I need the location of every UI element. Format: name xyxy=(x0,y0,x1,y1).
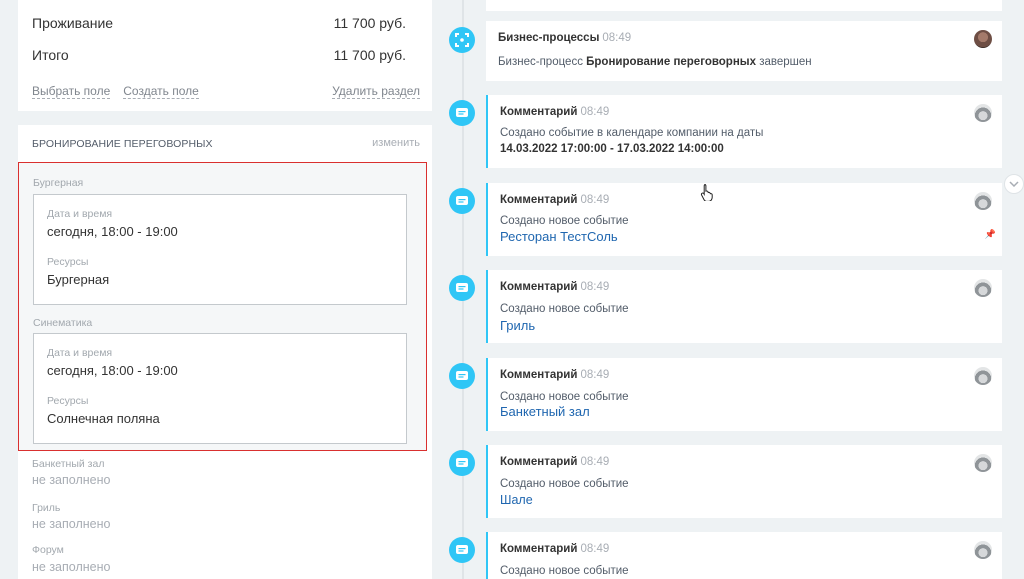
avatar[interactable] xyxy=(974,367,992,385)
section-title: БРОНИРОВАНИЕ ПЕРЕГОВОРНЫХ xyxy=(32,138,213,150)
field-value-banquet: не заполнено xyxy=(32,473,111,487)
summary-row: Проживание 11 700 руб. xyxy=(32,15,406,31)
item-title: Бизнес-процессы xyxy=(498,32,600,44)
choose-field-link[interactable]: Выбрать поле xyxy=(32,84,111,99)
resources-value: Солнечная поляна xyxy=(47,411,160,426)
field-label-forum: Форум xyxy=(32,544,64,556)
activity-timeline: Бизнес-процессы 08:49 Бизнес-процесс Брон… xyxy=(433,0,1024,579)
item-time: 08:49 xyxy=(602,32,632,44)
item-text: Создано событие в календаре компании на … xyxy=(500,127,764,139)
item-text-dates: 14.03.2022 17:00:00 - 17.03.2022 14:00:0… xyxy=(500,143,724,155)
event-link[interactable]: Ресторан ТестСоль xyxy=(500,229,618,244)
event-link[interactable]: Шале xyxy=(500,493,533,507)
item-title: Комментарий xyxy=(500,194,578,206)
avatar[interactable] xyxy=(974,30,992,48)
date-value: сегодня, 18:00 - 19:00 xyxy=(47,363,178,378)
summary-row-label: Проживание xyxy=(32,15,114,31)
timeline-item-header: Комментарий 08:49 xyxy=(500,543,609,555)
field-value-grill: не заполнено xyxy=(32,517,111,531)
comment-icon xyxy=(449,450,475,476)
comment-icon xyxy=(449,188,475,214)
timeline-item-header: Комментарий 08:49 xyxy=(500,194,609,206)
resources-label: Ресурсы xyxy=(47,395,89,407)
item-title: Комментарий xyxy=(500,456,578,468)
business-process-icon xyxy=(449,27,475,53)
timeline-item-header: Комментарий 08:49 xyxy=(500,106,609,118)
avatar[interactable] xyxy=(974,454,992,472)
item-time: 08:49 xyxy=(580,194,610,206)
timeline-card-partial xyxy=(486,0,1002,11)
item-title: Комментарий xyxy=(500,543,578,555)
timeline-item-comment: Комментарий 08:49 Создано новое событие Р… xyxy=(486,183,1002,256)
summary-row-value: 11 700 руб. xyxy=(333,47,406,63)
booking-group-card: Дата и время сегодня, 18:00 - 19:00 Ресу… xyxy=(33,194,407,305)
summary-row-value: 11 700 руб. xyxy=(333,15,406,31)
chevron-down-icon[interactable] xyxy=(1004,174,1024,194)
date-value: сегодня, 18:00 - 19:00 xyxy=(47,224,178,239)
resources-label: Ресурсы xyxy=(47,256,89,268)
item-title: Комментарий xyxy=(500,106,578,118)
edit-section-link[interactable]: изменить xyxy=(372,137,420,149)
item-time: 08:49 xyxy=(580,456,610,468)
item-text-pre: Бизнес-процесс xyxy=(498,56,587,68)
item-text: Создано новое событие xyxy=(500,391,629,403)
group-label-burger: Бургерная xyxy=(33,177,84,189)
timeline-item-header: Комментарий 08:49 xyxy=(500,369,609,381)
avatar[interactable] xyxy=(974,279,992,297)
highlighted-booking-groups: Бургерная Дата и время сегодня, 18:00 - … xyxy=(18,162,427,451)
comment-icon xyxy=(449,100,475,126)
timeline-item-comment: Комментарий 08:49 Создано новое событие Б… xyxy=(486,358,1002,431)
item-time: 08:49 xyxy=(580,543,610,555)
date-label: Дата и время xyxy=(47,208,113,220)
summary-row-total: Итого 11 700 руб. xyxy=(32,47,406,63)
avatar[interactable] xyxy=(974,192,992,210)
item-dates: 14.03.2022 17:00:00 - 17.03.2022 14:00:0… xyxy=(500,143,724,155)
avatar[interactable] xyxy=(974,541,992,559)
item-title: Комментарий xyxy=(500,281,578,293)
booking-group-card: Дата и время сегодня, 18:00 - 19:00 Ресу… xyxy=(33,333,407,444)
resources-value: Бургерная xyxy=(47,272,110,287)
event-link[interactable]: Банкетный зал xyxy=(500,404,590,419)
timeline-item-comment: Комментарий 08:49 Создано новое событие xyxy=(486,532,1002,579)
item-text-post: завершен xyxy=(756,56,812,68)
comment-icon xyxy=(449,275,475,301)
date-label: Дата и время xyxy=(47,347,113,359)
item-text: Создано новое событие xyxy=(500,303,629,315)
timeline-item-header: Бизнес-процессы 08:49 xyxy=(498,32,631,44)
create-field-link[interactable]: Создать поле xyxy=(123,84,199,99)
group-label-cinematica: Синематика xyxy=(33,317,93,329)
timeline-item-comment: Комментарий 08:49 Создано новое событие Ш… xyxy=(486,445,1002,518)
hand-cursor-icon xyxy=(700,183,714,206)
deal-details-panel: Проживание 11 700 руб. Итого 11 700 руб.… xyxy=(0,0,433,579)
comment-icon xyxy=(449,537,475,563)
comment-icon xyxy=(449,363,475,389)
summary-row-label: Итого xyxy=(32,47,69,63)
timeline-item-process: Бизнес-процессы 08:49 Бизнес-процесс Брон… xyxy=(486,21,1002,81)
timeline-item-header: Комментарий 08:49 xyxy=(500,281,609,293)
item-time: 08:49 xyxy=(580,106,610,118)
item-text: Создано новое событие xyxy=(500,215,629,227)
avatar[interactable] xyxy=(974,104,992,122)
section-actions: Выбрать поле Создать поле Удалить раздел xyxy=(32,84,420,99)
delete-section-link[interactable]: Удалить раздел xyxy=(332,84,420,99)
item-text: Создано новое событие xyxy=(500,565,629,577)
item-title: Комментарий xyxy=(500,369,578,381)
item-text: Бизнес-процесс Бронирование переговорных… xyxy=(498,56,812,68)
item-text-bold: Бронирование переговорных xyxy=(586,56,756,68)
item-time: 08:49 xyxy=(580,281,610,293)
summary-card: Проживание 11 700 руб. Итого 11 700 руб.… xyxy=(18,0,432,111)
event-link[interactable]: Гриль xyxy=(500,318,535,333)
timeline-item-comment: Комментарий 08:49 Создано событие в кален… xyxy=(486,95,1002,168)
field-value-forum: не заполнено xyxy=(32,560,111,574)
field-label-grill: Гриль xyxy=(32,502,61,514)
pin-icon[interactable]: 📌 xyxy=(985,229,996,240)
item-time: 08:49 xyxy=(580,369,610,381)
timeline-item-comment: Комментарий 08:49 Создано новое событие Г… xyxy=(486,270,1002,343)
field-label-banquet: Банкетный зал xyxy=(32,458,105,470)
item-text: Создано новое событие xyxy=(500,478,629,490)
timeline-item-header: Комментарий 08:49 xyxy=(500,456,609,468)
